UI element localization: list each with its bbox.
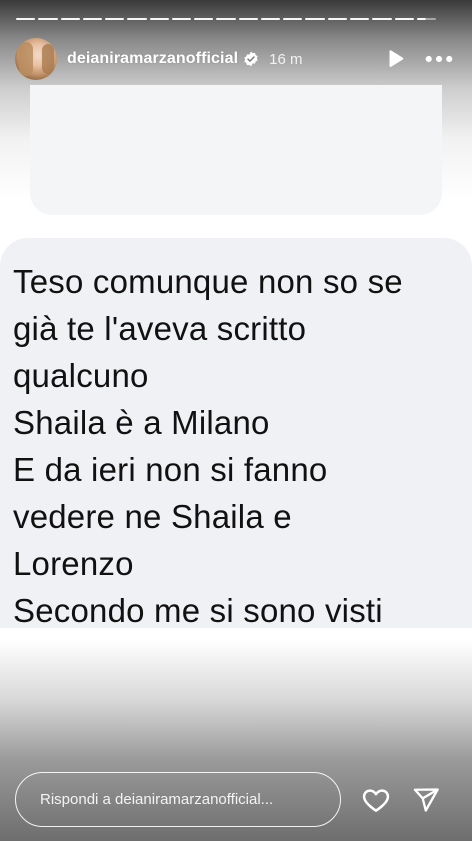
like-button[interactable]	[356, 780, 396, 820]
progress-segment	[372, 18, 392, 20]
previous-message-card	[30, 85, 442, 215]
progress-segment	[60, 18, 80, 20]
progress-segment	[238, 18, 258, 20]
progress-segment	[305, 18, 325, 20]
message-line: Shaila è a Milano	[13, 404, 270, 441]
progress-segment	[194, 18, 214, 20]
play-button[interactable]	[377, 41, 413, 77]
progress-segment	[105, 18, 125, 20]
progress-segment	[82, 18, 103, 20]
progress-segment	[216, 18, 236, 20]
message-line: già te l'aveva scritto	[13, 310, 307, 347]
send-icon	[413, 788, 439, 812]
progress-segment	[127, 18, 147, 20]
username[interactable]: deianiramarzanofficial	[67, 50, 238, 68]
message-line: vedere ne Shaila e	[13, 498, 292, 535]
message-line: qualcuno	[13, 357, 149, 394]
progress-segment	[171, 18, 192, 20]
progress-segment	[16, 18, 36, 20]
message-line: E da ieri non si fanno	[13, 451, 328, 488]
more-options-button[interactable]	[421, 41, 457, 77]
story-header: deianiramarzanofficial 16 m	[15, 38, 457, 80]
reply-input[interactable]	[15, 772, 341, 827]
progress-segment	[394, 18, 414, 20]
story-timestamp: 16 m	[269, 50, 303, 68]
send-button[interactable]	[406, 780, 446, 820]
heart-icon	[362, 789, 390, 812]
message-line: Secondo me si sono visti	[13, 592, 383, 629]
more-horizontal-icon	[425, 55, 453, 63]
message-line: Teso comunque non so se	[13, 263, 403, 300]
progress-segment	[349, 18, 370, 20]
play-icon	[389, 50, 404, 68]
progress-segment	[416, 18, 437, 20]
story-progress-bar	[16, 18, 437, 20]
progress-segment	[38, 18, 58, 20]
story-viewer: deianiramarzanofficial 16 m Teso comunqu…	[0, 0, 472, 841]
message-text: Teso comunque non so se già te l'aveva s…	[13, 258, 453, 634]
progress-segment	[260, 18, 281, 20]
progress-segment	[283, 18, 303, 20]
verified-badge-icon	[243, 51, 259, 67]
avatar[interactable]	[15, 38, 57, 80]
progress-segment	[149, 18, 169, 20]
message-line: Lorenzo	[13, 545, 134, 582]
progress-segment	[327, 18, 347, 20]
